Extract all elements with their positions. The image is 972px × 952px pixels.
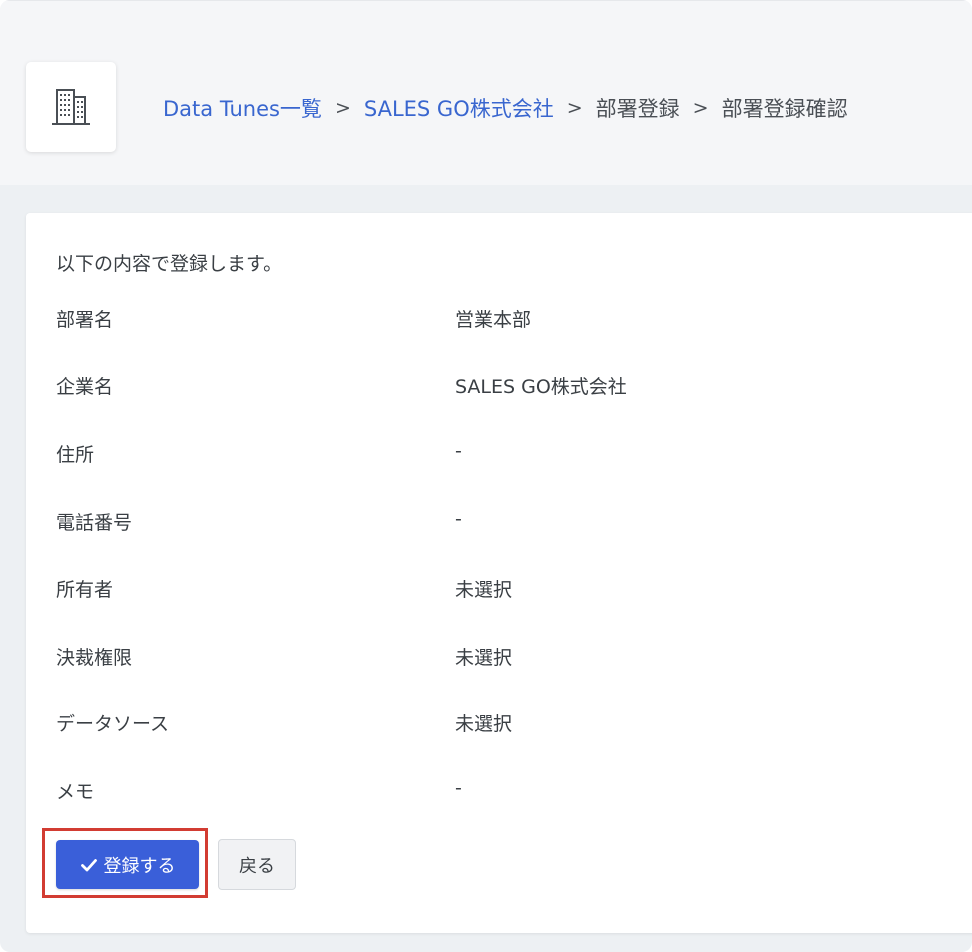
field-label-approval-authority: 決裁権限 [56,647,133,669]
field-label-address: 住所 [56,444,95,466]
field-value-data-source: 未選択 [455,713,513,735]
check-icon [80,858,97,871]
back-button[interactable]: 戻る [218,839,296,890]
register-button-label: 登録する [103,855,176,877]
field-label-department-name: 部署名 [56,309,114,331]
field-label-memo: メモ [56,781,95,803]
app-frame: Data Tunes一覧 > SALES GO株式会社 > 部署登録 > 部署登… [0,0,972,952]
field-value-address: - [455,440,462,462]
confirmation-card: 以下の内容で登録します。 部署名 営業本部 企業名 SALES GO株式会社 住… [26,213,972,933]
breadcrumb-item-current: 部署登録確認 [721,97,848,121]
field-value-memo: - [455,777,462,799]
breadcrumb-separator: > [566,97,583,119]
breadcrumb-item-data-tunes-list[interactable]: Data Tunes一覧 [163,93,322,123]
field-value-phone: - [455,508,462,530]
field-value-approval-authority: 未選択 [455,647,513,669]
company-logo [26,62,116,152]
breadcrumb-item-department-register: 部署登録 [595,97,680,121]
breadcrumb: Data Tunes一覧 > SALES GO株式会社 > 部署登録 > 部署登… [163,91,848,125]
register-button[interactable]: 登録する [56,840,199,889]
field-label-phone: 電話番号 [56,512,133,534]
field-value-company-name: SALES GO株式会社 [455,376,627,398]
field-value-owner: 未選択 [455,579,513,601]
breadcrumb-item-company[interactable]: SALES GO株式会社 [364,93,554,123]
field-label-company-name: 企業名 [56,376,114,398]
intro-text: 以下の内容で登録します。 [56,253,283,275]
building-icon [52,89,90,125]
field-value-department-name: 営業本部 [455,309,532,331]
breadcrumb-separator: > [692,97,709,119]
breadcrumb-separator: > [334,97,351,119]
page-header: Data Tunes一覧 > SALES GO株式会社 > 部署登録 > 部署登… [0,0,972,185]
field-label-owner: 所有者 [56,579,114,601]
field-label-data-source: データソース [56,713,170,735]
